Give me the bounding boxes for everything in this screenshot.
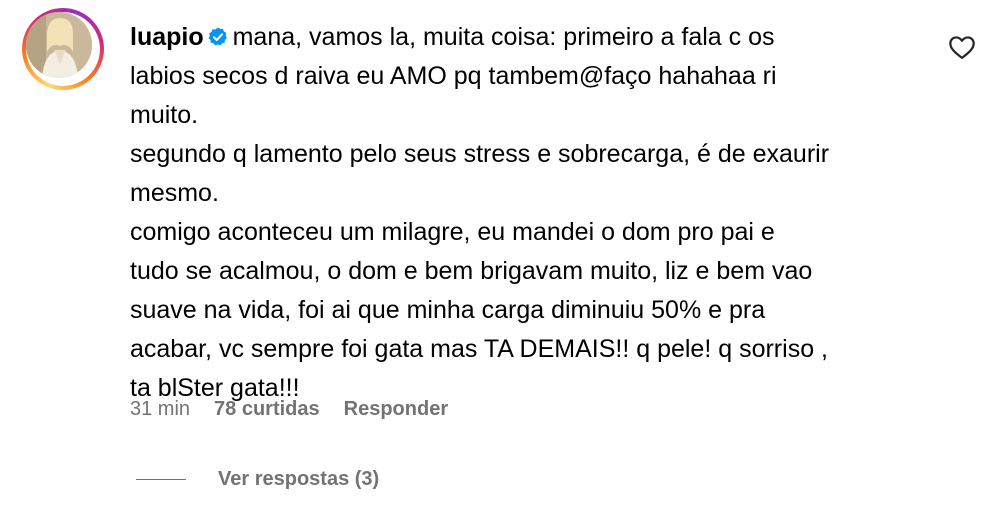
likes-count-button[interactable]: 78 curtidas bbox=[214, 398, 320, 421]
comment-line-6: tudo se acalmou, o dom e bem brigavam mu… bbox=[130, 257, 813, 285]
heart-outline-icon bbox=[949, 36, 975, 59]
avatar-story-ring[interactable] bbox=[22, 8, 104, 90]
view-replies-label: Ver respostas (3) bbox=[218, 468, 380, 490]
comment-text: luapio mana, vamos la, muita coisa: prime… bbox=[130, 18, 930, 408]
view-replies-button[interactable]: Ver respostas (3) bbox=[136, 468, 379, 491]
verified-badge-icon bbox=[208, 27, 227, 46]
comment: luapio mana, vamos la, muita coisa: prime… bbox=[0, 0, 1000, 516]
comment-body: luapio mana, vamos la, muita coisa: prime… bbox=[130, 18, 930, 408]
reply-button[interactable]: Responder bbox=[344, 398, 448, 421]
replies-divider-line bbox=[136, 479, 186, 480]
avatar[interactable] bbox=[26, 12, 92, 78]
comment-timestamp[interactable]: 31 min bbox=[130, 398, 190, 421]
comment-line-3: segundo q lamento pelo seus stress e sob… bbox=[130, 140, 830, 168]
username-link[interactable]: luapio bbox=[130, 23, 204, 51]
comment-meta: 31 min 78 curtidas Responder bbox=[130, 398, 448, 421]
comment-line-4: mesmo. bbox=[130, 179, 219, 207]
comment-line-8: acabar, vc sempre foi gata mas TA DEMAIS… bbox=[130, 335, 828, 363]
like-button[interactable] bbox=[948, 34, 976, 60]
comment-line-2: muito. bbox=[130, 101, 199, 129]
comment-line-0: mana, vamos la, muita coisa: primeiro a … bbox=[232, 23, 775, 51]
comment-line-1: labios secos d raiva eu AMO pq tambem@fa… bbox=[130, 62, 777, 90]
comment-line-5: comigo aconteceu um milagre, eu mandei o… bbox=[130, 218, 775, 246]
avatar-image bbox=[26, 12, 92, 78]
comment-line-7: suave na vida, foi ai que minha carga di… bbox=[130, 296, 766, 324]
